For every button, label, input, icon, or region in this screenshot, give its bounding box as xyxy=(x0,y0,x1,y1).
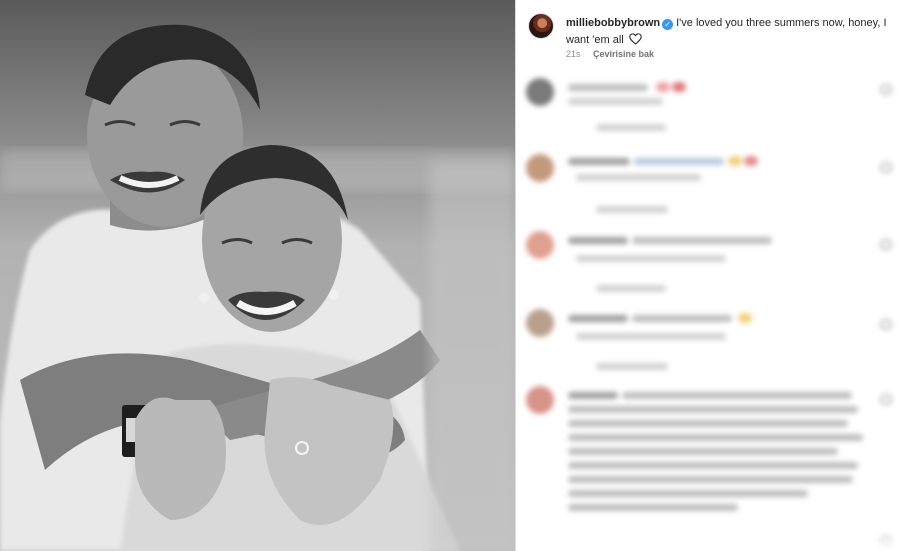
comment-item xyxy=(516,307,900,379)
comment-like-icon[interactable] xyxy=(880,394,892,405)
scroll-fade xyxy=(516,531,900,551)
comment-item xyxy=(516,76,900,146)
comment-like-icon[interactable] xyxy=(880,319,892,330)
commenter-avatar[interactable] xyxy=(526,231,554,259)
comment-like-icon[interactable] xyxy=(880,162,892,173)
commenter-avatar[interactable] xyxy=(526,78,554,106)
caption-text: milliebobbybrown ✓ I've loved you three su… xyxy=(566,15,892,49)
comment-item xyxy=(516,152,900,224)
commenter-avatar[interactable] xyxy=(526,154,554,182)
comments-list[interactable] xyxy=(516,64,900,551)
post-sidebar: milliebobbybrown ✓ I've loved you three su… xyxy=(516,0,900,551)
heart-outline-icon xyxy=(629,33,642,45)
post-photo[interactable] xyxy=(0,0,515,551)
author-username[interactable]: milliebobbybrown xyxy=(566,17,660,29)
verified-badge-icon: ✓ xyxy=(662,19,674,30)
commenter-avatar[interactable] xyxy=(526,386,554,414)
comment-like-icon[interactable] xyxy=(880,239,892,250)
author-avatar[interactable] xyxy=(528,13,554,39)
comment-item xyxy=(516,229,900,301)
commenter-avatar[interactable] xyxy=(526,309,554,337)
comment-item xyxy=(516,384,900,534)
post-photo-illustration xyxy=(0,0,515,551)
post-timestamp: 21s xyxy=(566,49,581,59)
caption-meta: 21s Çevirisine bak xyxy=(566,49,654,59)
see-translation-link[interactable]: Çevirisine bak xyxy=(593,49,654,59)
comment-like-icon[interactable] xyxy=(880,84,892,95)
